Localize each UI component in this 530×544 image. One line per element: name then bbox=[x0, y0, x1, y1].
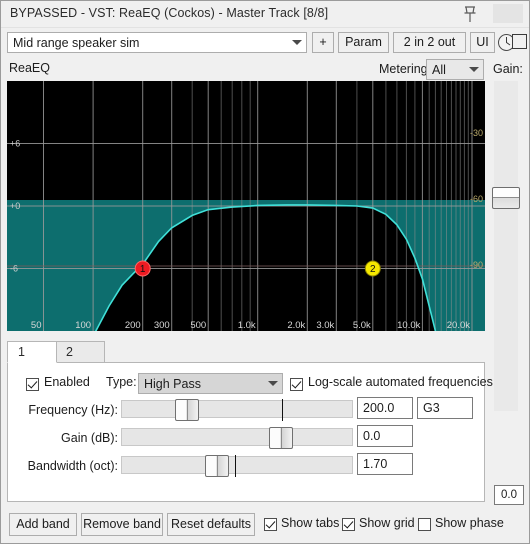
add-band-button[interactable]: Add band bbox=[9, 513, 77, 536]
chevron-down-icon bbox=[292, 40, 302, 45]
frequency-default-tick bbox=[282, 399, 283, 421]
gain-section-label: Gain: bbox=[493, 62, 523, 76]
svg-text:+0: +0 bbox=[10, 201, 20, 211]
preset-select[interactable]: Mid range speaker sim bbox=[7, 32, 307, 53]
frequency-input[interactable]: 200.0 bbox=[357, 397, 413, 419]
enabled-checkbox[interactable] bbox=[26, 378, 39, 391]
title-bar: BYPASSED - VST: ReaEQ (Cockos) - Master … bbox=[1, 1, 529, 28]
eq-curve-svg: +6 +0 -6 -30 -60 -90 50 100 200 300 500 1.0k 2.0k 3… bbox=[7, 81, 485, 331]
master-gain-value[interactable]: 0.0 bbox=[494, 485, 524, 505]
svg-text:1.0k: 1.0k bbox=[238, 320, 256, 331]
plugin-subheader: ReaEQ Metering: All Gain: bbox=[1, 57, 529, 81]
filter-type-value: High Pass bbox=[144, 377, 201, 391]
metering-value: All bbox=[432, 63, 446, 77]
svg-text:300: 300 bbox=[154, 320, 170, 331]
svg-text:-30: -30 bbox=[470, 128, 483, 138]
svg-text:+6: +6 bbox=[10, 139, 20, 149]
bandwidth-default-tick bbox=[235, 455, 236, 477]
svg-text:3.0k: 3.0k bbox=[316, 320, 334, 331]
bandwidth-slider-thumb[interactable] bbox=[205, 455, 229, 477]
band-gain-slider[interactable] bbox=[121, 427, 353, 449]
square-icon[interactable] bbox=[512, 34, 527, 49]
svg-text:-6: -6 bbox=[10, 264, 18, 274]
svg-text:5.0k: 5.0k bbox=[353, 320, 371, 331]
logscale-label: Log-scale automated frequencies bbox=[308, 375, 493, 389]
close-icon[interactable] bbox=[493, 4, 523, 23]
param-button[interactable]: Param bbox=[338, 32, 389, 53]
logscale-checkbox[interactable] bbox=[290, 378, 303, 391]
window-title: BYPASSED - VST: ReaEQ (Cockos) - Master … bbox=[10, 6, 329, 20]
svg-text:10.0k: 10.0k bbox=[397, 320, 420, 331]
enabled-label: Enabled bbox=[44, 375, 90, 389]
svg-text:500: 500 bbox=[190, 320, 206, 331]
type-label: Type: bbox=[106, 375, 137, 389]
band-settings-panel: Enabled Type: High Pass Log-scale automa… bbox=[7, 362, 493, 502]
io-config-button[interactable]: 2 in 2 out bbox=[393, 32, 466, 53]
add-preset-button[interactable]: + bbox=[312, 32, 334, 53]
svg-text:200: 200 bbox=[125, 320, 141, 331]
show-phase-checkbox[interactable] bbox=[418, 518, 431, 531]
note-input[interactable]: G3 bbox=[417, 397, 473, 419]
plugin-name-label: ReaEQ bbox=[9, 61, 50, 75]
show-tabs-label: Show tabs bbox=[281, 516, 340, 530]
frequency-label: Frequency (Hz): bbox=[28, 403, 118, 417]
frequency-slider[interactable] bbox=[121, 399, 353, 421]
svg-text:2.0k: 2.0k bbox=[287, 320, 305, 331]
reaeq-plugin-window: BYPASSED - VST: ReaEQ (Cockos) - Master … bbox=[0, 0, 530, 544]
show-tabs-checkbox[interactable] bbox=[264, 518, 277, 531]
tab-band-2[interactable]: 2 bbox=[55, 341, 105, 363]
ui-toggle-button[interactable]: UI bbox=[470, 32, 495, 53]
show-grid-label: Show grid bbox=[359, 516, 415, 530]
reset-defaults-button[interactable]: Reset defaults bbox=[167, 513, 255, 536]
svg-text:50: 50 bbox=[31, 320, 42, 331]
preset-bar: Mid range speaker sim + Param 2 in 2 out… bbox=[1, 29, 529, 55]
chevron-down-icon bbox=[268, 381, 278, 386]
svg-text:-60: -60 bbox=[470, 194, 483, 204]
frequency-slider-thumb[interactable] bbox=[175, 399, 199, 421]
svg-text:100: 100 bbox=[75, 320, 91, 331]
master-gain-slider[interactable] bbox=[494, 81, 518, 411]
bandwidth-input[interactable]: 1.70 bbox=[357, 453, 413, 475]
svg-text:1: 1 bbox=[140, 264, 146, 275]
remove-band-button[interactable]: Remove band bbox=[81, 513, 163, 536]
band-tabs: 1 2 bbox=[7, 341, 485, 363]
bottom-toolbar: Add band Remove band Reset defaults Show… bbox=[1, 509, 529, 543]
svg-text:2: 2 bbox=[370, 264, 376, 275]
bandwidth-slider[interactable] bbox=[121, 455, 353, 477]
svg-text:20.0k: 20.0k bbox=[447, 320, 470, 331]
tab-band-1[interactable]: 1 bbox=[7, 341, 57, 363]
filter-type-select[interactable]: High Pass bbox=[138, 373, 283, 394]
band-gain-slider-thumb[interactable] bbox=[269, 427, 293, 449]
chevron-down-icon bbox=[469, 67, 479, 72]
metering-label: Metering: bbox=[379, 62, 432, 76]
metering-select[interactable]: All bbox=[426, 59, 484, 80]
pin-icon[interactable] bbox=[459, 4, 481, 25]
eq-graph[interactable]: +6 +0 -6 -30 -60 -90 50 100 200 300 500 1.0k 2.0k 3… bbox=[7, 81, 485, 331]
preset-value: Mid range speaker sim bbox=[13, 36, 140, 50]
show-grid-checkbox[interactable] bbox=[342, 518, 355, 531]
band-gain-label: Gain (dB): bbox=[61, 431, 118, 445]
show-phase-label: Show phase bbox=[435, 516, 504, 530]
master-gain-slider-thumb[interactable] bbox=[492, 187, 520, 209]
svg-text:-90: -90 bbox=[470, 260, 483, 270]
band-gain-input[interactable]: 0.0 bbox=[357, 425, 413, 447]
bandwidth-label: Bandwidth (oct): bbox=[27, 459, 118, 473]
